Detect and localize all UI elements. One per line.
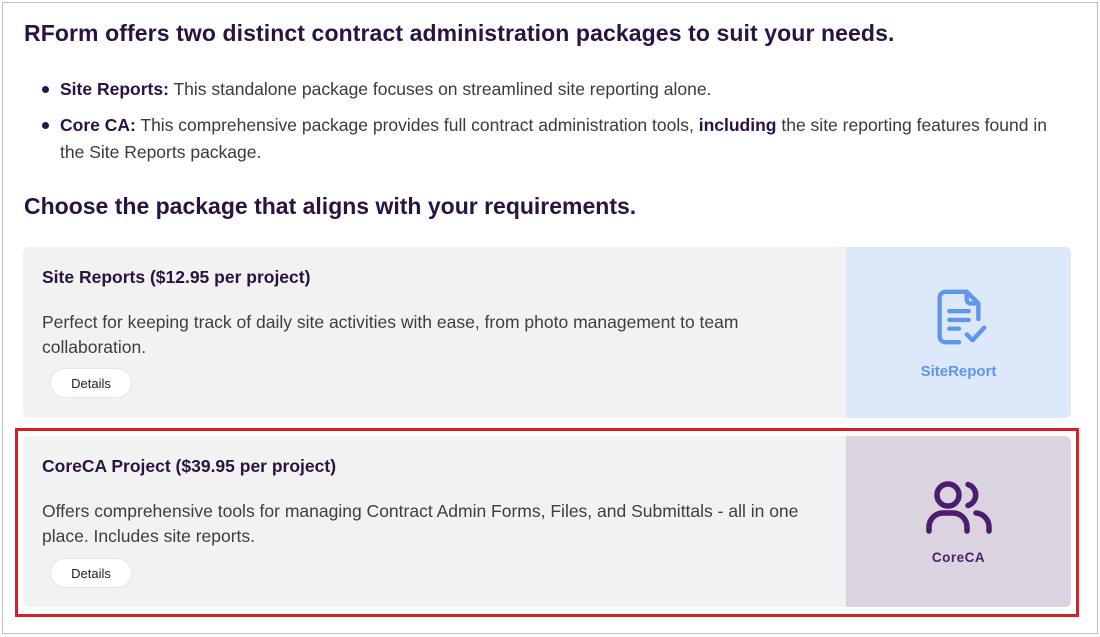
package-logo-panel: CoreCA — [846, 436, 1071, 607]
bullet-text: This comprehensive package provides full… — [135, 115, 699, 135]
package-card-site-reports: Site Reports ($12.95 per project) Perfec… — [23, 247, 1071, 418]
list-item: Site Reports: This standalone package fo… — [40, 76, 1060, 103]
intro-heading: RForm offers two distinct contract admin… — [24, 20, 895, 46]
bullet-emphasis: including — [698, 115, 777, 135]
package-title: CoreCA Project ($39.95 per project) — [42, 456, 337, 476]
package-title: Site Reports ($12.95 per project) — [42, 267, 311, 287]
logo-label: SiteReport — [920, 362, 997, 380]
package-logo-panel: SiteReport — [846, 247, 1071, 418]
details-button[interactable]: Details — [50, 368, 132, 398]
package-description: Offers comprehensive tools for managing … — [42, 501, 799, 546]
list-item: Core CA: This comprehensive package prov… — [40, 112, 1060, 166]
choose-heading: Choose the package that aligns with your… — [24, 193, 637, 219]
details-button[interactable]: Details — [50, 558, 132, 588]
package-description: Perfect for keeping track of daily site … — [42, 312, 739, 357]
logo-label: CoreCA — [931, 549, 986, 565]
package-card-coreca: CoreCA Project ($39.95 per project) Offe… — [23, 436, 1071, 607]
users-icon — [924, 479, 994, 540]
document-check-icon — [928, 286, 990, 353]
bullet-text: This standalone package focuses on strea… — [168, 79, 712, 99]
bullet-label: Site Reports: — [60, 79, 169, 99]
bullet-label: Core CA: — [60, 115, 136, 135]
package-summary-list: Site Reports: This standalone package fo… — [40, 76, 1060, 175]
